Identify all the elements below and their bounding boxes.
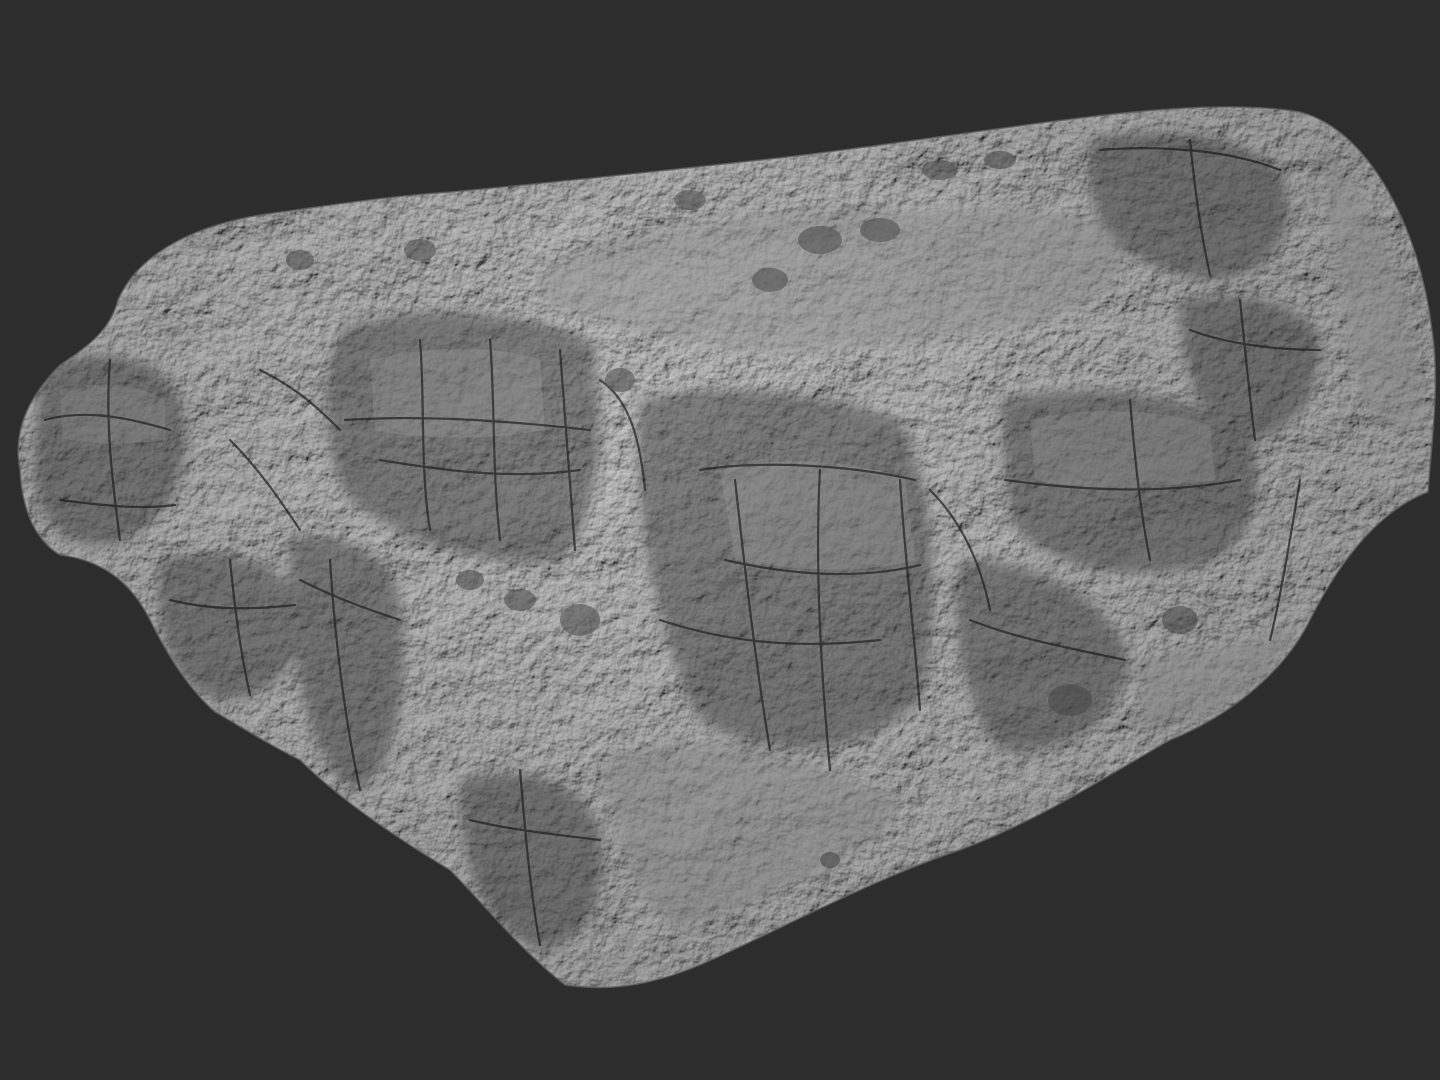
render-viewport <box>0 0 1440 1080</box>
terrain-render <box>17 106 1437 989</box>
ambient-shading <box>18 106 1436 988</box>
